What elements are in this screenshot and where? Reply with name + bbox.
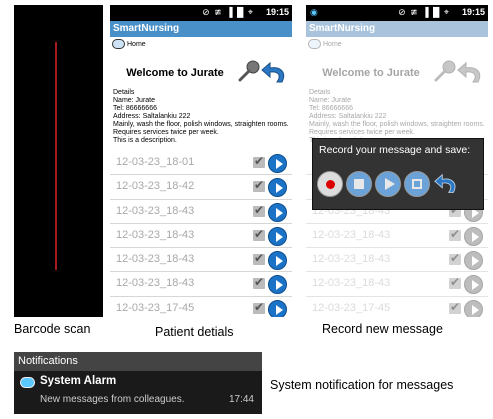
home-link[interactable]: Home <box>112 39 146 49</box>
microphone-icon[interactable] <box>238 60 260 82</box>
checkbox-icon[interactable] <box>253 203 265 217</box>
caption-notification: System notification for messages <box>270 378 454 392</box>
status-bar: ⊘ ≇ ▐ █ ⌖ 19:15 <box>110 5 292 21</box>
back-button[interactable] <box>433 171 459 197</box>
message-row[interactable]: 12-03-23_18-43 <box>110 224 292 249</box>
notification-panel: Notifications System Alarm New messages … <box>14 352 262 414</box>
message-row[interactable]: 12-03-23_18-43 <box>110 200 292 224</box>
message-row[interactable]: 12-03-23_18-42 <box>110 175 292 200</box>
message-timestamp: 12-03-23_18-43 <box>116 228 195 241</box>
details-tel: Tel: 86666666 <box>113 105 157 112</box>
play-icon[interactable] <box>268 275 287 295</box>
checkbox-icon[interactable] <box>253 227 265 241</box>
scan-line <box>55 42 57 270</box>
barcode-scan-screen <box>14 5 103 317</box>
message-timestamp: 12-03-23_17-45 <box>116 301 195 314</box>
notification-time: 17:44 <box>228 394 254 405</box>
message-timestamp: 12-03-23_18-01 <box>116 156 195 168</box>
alarm-icon <box>20 377 35 388</box>
details-line1: Mainly, wash the floor, polish windows, … <box>113 121 289 128</box>
caption-record: Record new message <box>322 322 443 336</box>
message-timestamp: 12-03-23_18-42 <box>116 180 195 193</box>
checkbox-icon[interactable] <box>253 300 265 314</box>
play-button[interactable] <box>375 171 401 197</box>
details-name: Name: Jurate <box>113 97 156 104</box>
play-icon[interactable] <box>268 226 287 246</box>
back-arrow-icon <box>434 173 456 193</box>
checkbox-icon[interactable] <box>253 178 265 193</box>
details-address: Address: Saltalankiu 222 <box>113 113 191 120</box>
message-row[interactable]: 12-03-23_18-01 <box>110 151 292 176</box>
stop-button[interactable] <box>346 171 372 197</box>
caption-patient: Patient detials <box>155 325 234 339</box>
checkbox-icon[interactable] <box>253 251 265 266</box>
message-timestamp: 12-03-23_18-43 <box>116 204 195 217</box>
message-timestamp: 12-03-23_18-43 <box>116 253 195 266</box>
app-title: SmartNursing <box>110 21 292 37</box>
checkbox-icon[interactable] <box>253 154 265 168</box>
caption-barcode: Barcode scan <box>14 322 91 336</box>
play-icon[interactable] <box>268 299 287 317</box>
play-icon[interactable] <box>268 202 287 222</box>
message-row[interactable]: 12-03-23_18-43 <box>110 272 292 297</box>
record-dialog: Record your message and save: <box>312 138 484 210</box>
dialog-title: Record your message and save: <box>319 144 471 156</box>
status-icons: ⊘ ≇ ▐ █ ⌖ <box>202 7 254 17</box>
home-icon <box>112 39 125 49</box>
notification-body[interactable]: New messages from colleagues. <box>40 394 185 405</box>
patient-details-screen: ⊘ ≇ ▐ █ ⌖ 19:15 SmartNursing Home Welcom… <box>110 5 292 317</box>
record-button[interactable] <box>317 171 343 197</box>
save-button[interactable] <box>404 171 430 197</box>
welcome-title: Welcome to Jurate <box>126 67 224 79</box>
status-icons: ⊘ ≇ ▐ █ ⌖ <box>398 7 450 17</box>
dialog-buttons <box>317 171 459 197</box>
notification-title[interactable]: System Alarm <box>40 375 116 387</box>
patient-details: Details Name: Jurate Tel: 86666666 Addre… <box>113 89 291 145</box>
status-time: 19:15 <box>265 7 289 17</box>
play-icon[interactable] <box>268 251 287 271</box>
details-line2: Requires services twice per week. <box>113 129 219 136</box>
message-row[interactable]: 12-03-23_18-43 <box>110 248 292 273</box>
app-notification-icon: ◉ <box>310 7 318 17</box>
back-arrow-icon[interactable] <box>260 60 288 86</box>
home-label: Home <box>127 40 146 48</box>
checkbox-icon[interactable] <box>253 275 265 290</box>
notification-header: Notifications <box>14 352 262 371</box>
record-message-screen: ◉ ⊘ ≇ ▐ █ ⌖ 19:15 SmartNursing Home Welc… <box>306 5 488 317</box>
play-icon[interactable] <box>268 154 287 173</box>
status-time: 19:15 <box>461 7 485 17</box>
message-row[interactable]: 12-03-23_17-45 <box>110 297 292 317</box>
details-heading: Details <box>113 89 135 96</box>
message-list: 12-03-23_18-01 12-03-23_18-42 12-03-23_1… <box>110 151 292 317</box>
details-line3: This is a description. <box>113 137 177 144</box>
message-timestamp: 12-03-23_18-43 <box>116 277 195 290</box>
play-icon[interactable] <box>268 178 287 198</box>
status-bar: ◉ ⊘ ≇ ▐ █ ⌖ 19:15 <box>306 5 488 21</box>
